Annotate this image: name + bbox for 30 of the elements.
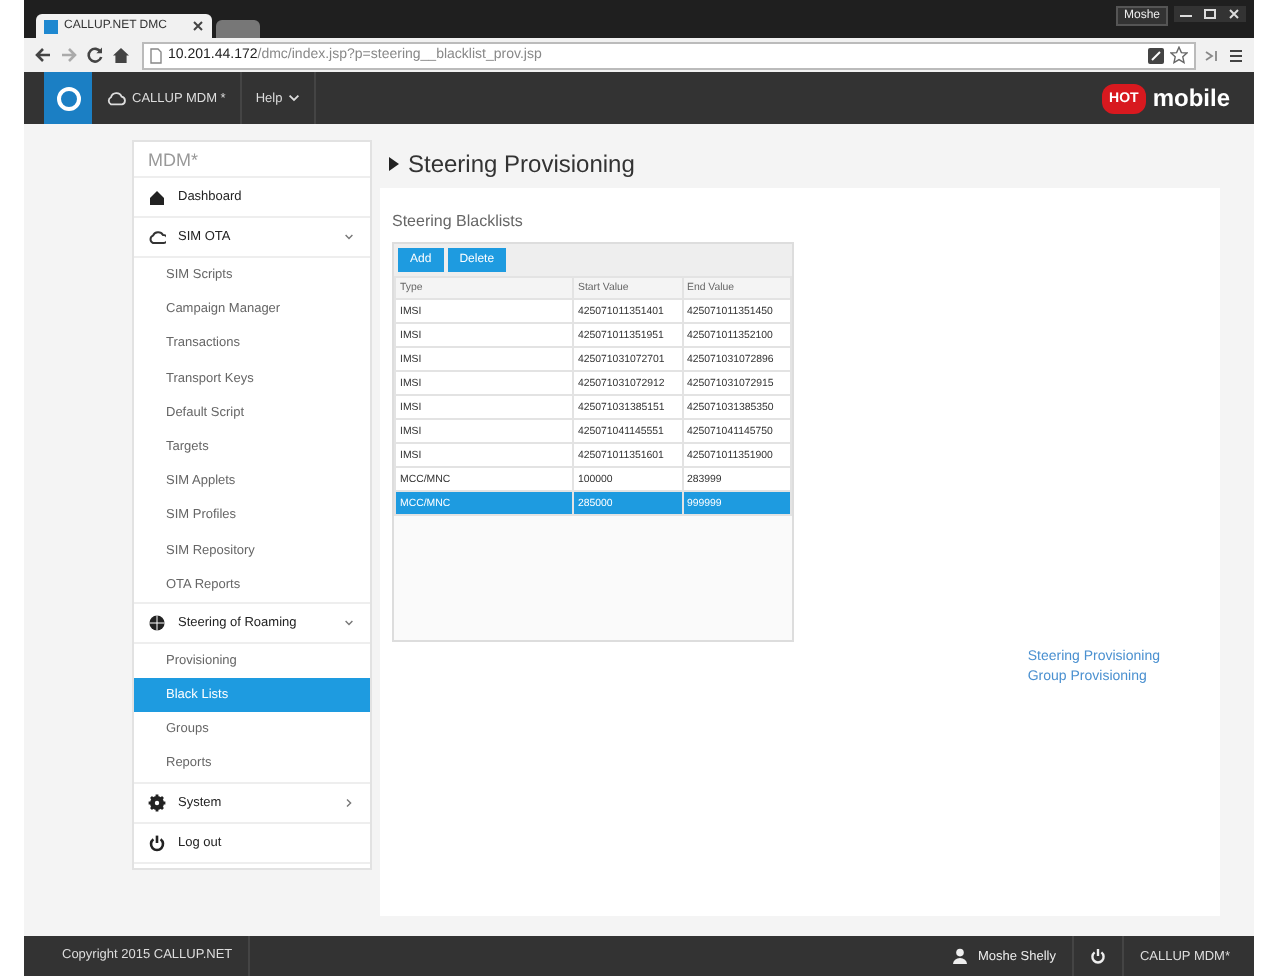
menu-icon[interactable] [1228,47,1244,63]
close-icon[interactable] [192,20,204,32]
power-icon [1089,948,1106,964]
chevron-down-icon [288,94,301,102]
logo-word: mobile [1152,84,1230,112]
power-icon [148,833,166,852]
chevron-down-icon [344,617,354,628]
triangle-icon [388,156,400,172]
maximize-icon[interactable] [1198,6,1222,22]
user-icon [951,948,968,964]
gear-icon [148,793,166,812]
page-title: Steering Provisioning [408,150,635,178]
cloud-icon [106,90,126,106]
app-logo-tile[interactable] [44,72,92,124]
globe-icon [148,613,166,632]
home-icon [148,188,166,206]
chevron-down-icon [344,232,354,242]
star-icon[interactable] [1170,46,1188,64]
extensions-icon[interactable] [1204,47,1220,63]
panel-title: Steering Blacklists [392,212,525,230]
ring-icon [55,85,81,111]
back-icon[interactable] [34,46,52,64]
home-icon[interactable] [112,46,130,64]
chevron-right-icon [344,797,354,808]
favicon-icon [44,19,58,33]
reload-icon[interactable] [86,46,104,64]
extension-icon[interactable] [1148,47,1164,63]
page-icon [150,47,162,63]
sidebar-title: MDM* [134,142,370,178]
cloud-icon [148,228,166,246]
